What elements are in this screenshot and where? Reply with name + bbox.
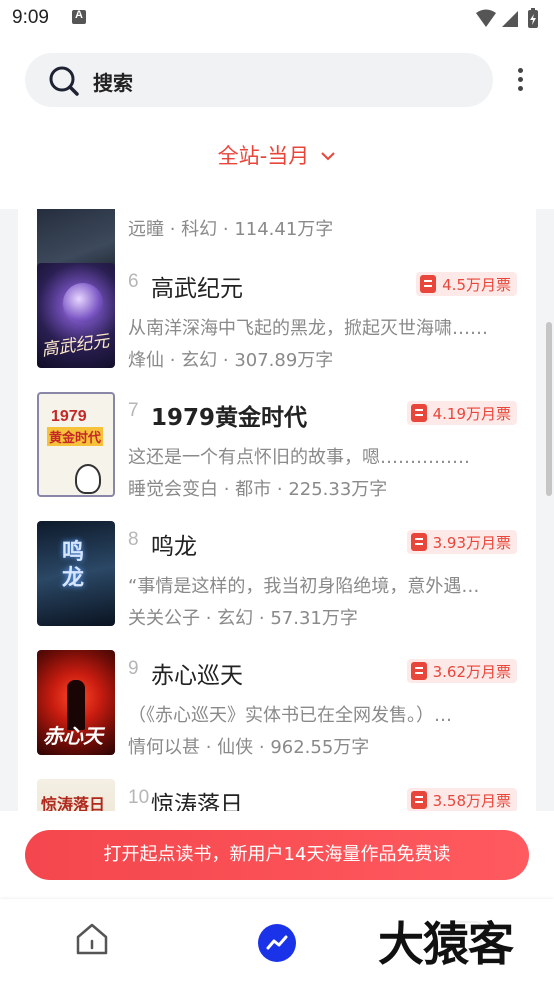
rank-number: 7 bbox=[128, 400, 139, 421]
search-bar[interactable]: 搜索 bbox=[25, 53, 493, 107]
status-indicators bbox=[474, 7, 544, 35]
book-meta: 远瞳 · 科幻 · 114.41万字 bbox=[128, 219, 334, 240]
list-item[interactable]: 赤心天 9 赤心巡天 3.62万月票 （《赤心巡天》实体书已在全网发售。）… 情… bbox=[18, 648, 536, 777]
book-title: 赤心巡天 bbox=[151, 663, 243, 689]
ticket-count: 3.62万月票 bbox=[432, 662, 511, 681]
book-description: （《赤心巡天》实体书已在全网发售。）… bbox=[128, 705, 452, 726]
book-cover: 赤心天 bbox=[37, 650, 115, 755]
ticket-icon bbox=[410, 404, 427, 422]
ticket-count: 3.93万月票 bbox=[432, 533, 511, 552]
book-description: 从南洋深海中飞起的黑龙，掀起灭世海啸…… bbox=[128, 318, 488, 339]
monthly-ticket-badge: 3.93万月票 bbox=[406, 530, 517, 554]
book-title: 惊涛落日 bbox=[151, 792, 243, 811]
ranking-tab-icon[interactable] bbox=[258, 924, 296, 962]
list-item[interactable]: 高武纪元 6 高武纪元 4.5万月票 从南洋深海中飞起的黑龙，掀起灭世海啸…… … bbox=[18, 261, 536, 390]
ticket-icon bbox=[410, 533, 427, 551]
wifi-signal-battery-icon bbox=[476, 8, 538, 28]
ticket-count: 4.5万月票 bbox=[442, 275, 511, 294]
cover-title: 惊涛落日 bbox=[41, 795, 106, 811]
book-meta: 情何以甚 · 仙侠 · 962.55万字 bbox=[128, 737, 370, 758]
rank-number: 9 bbox=[128, 658, 139, 679]
filter-label: 全站-当月 bbox=[217, 144, 310, 168]
list-item[interactable]: 1979 黄金时代 7 1979黄金时代 4.19万月票 这还是一个有点怀旧的故… bbox=[18, 390, 536, 519]
ticket-icon bbox=[410, 662, 427, 680]
book-description: “事情是这样的，我当初身陷绝境，意外遇… bbox=[128, 576, 480, 597]
book-cover: 1979 黄金时代 bbox=[37, 392, 115, 497]
home-icon[interactable] bbox=[74, 921, 110, 961]
ticket-icon bbox=[420, 275, 437, 293]
status-bar: 9:09 bbox=[0, 0, 554, 38]
list-item[interactable]: 鸣龙 8 鸣龙 3.93万月票 “事情是这样的，我当初身陷绝境，意外遇… 关关公… bbox=[18, 519, 536, 648]
rank-number: 8 bbox=[128, 529, 139, 550]
book-meta: 关关公子 · 玄幻 · 57.31万字 bbox=[128, 608, 358, 629]
rank-number: 6 bbox=[128, 271, 139, 292]
cta-area: 打开起点读书，新用户14天海量作品免费读 bbox=[0, 811, 554, 899]
ranking-filter[interactable]: 全站-当月 bbox=[0, 140, 554, 170]
ranking-list[interactable]: 往 远瞳 · 科幻 · 114.41万字 高武纪元 6 高武纪元 4.5万月票 … bbox=[18, 209, 536, 811]
list-item[interactable]: 惊涛落日 10 惊涛落日 3.58万月票 bbox=[18, 777, 536, 811]
book-title: 1979黄金时代 bbox=[151, 405, 308, 431]
book-cover: 鸣龙 bbox=[37, 521, 115, 626]
book-cover: 惊涛落日 bbox=[37, 779, 115, 811]
cover-title: 赤心天 bbox=[43, 724, 103, 748]
rank-number: 10 bbox=[128, 787, 150, 808]
monthly-ticket-badge: 3.62万月票 bbox=[406, 659, 517, 683]
search-placeholder: 搜索 bbox=[93, 71, 133, 95]
more-options-icon[interactable] bbox=[509, 64, 531, 96]
list-item[interactable]: 往 远瞳 · 科幻 · 114.41万字 bbox=[18, 209, 536, 294]
ticket-icon bbox=[410, 791, 427, 809]
chevron-down-icon bbox=[320, 147, 336, 166]
bottom-nav: 大猿客 bbox=[0, 899, 554, 985]
book-description: 这还是一个有点怀旧的故事，嗯…………… bbox=[128, 447, 470, 468]
scrollbar[interactable] bbox=[546, 322, 552, 496]
ticket-count: 4.19万月票 bbox=[432, 404, 511, 423]
open-app-button[interactable]: 打开起点读书，新用户14天海量作品免费读 bbox=[25, 830, 529, 880]
cover-title: 高武纪元 bbox=[40, 331, 111, 361]
book-title: 高武纪元 bbox=[151, 276, 243, 302]
status-time: 9:09 bbox=[12, 7, 49, 28]
search-icon bbox=[47, 64, 81, 102]
book-cover: 高武纪元 bbox=[37, 263, 115, 368]
cover-title: 黄金时代 bbox=[47, 427, 104, 446]
monthly-ticket-badge: 3.58万月票 bbox=[406, 788, 517, 811]
watermark: 大猿客 bbox=[378, 914, 514, 974]
cover-title: 鸣龙 bbox=[62, 539, 85, 591]
monthly-ticket-badge: 4.5万月票 bbox=[416, 272, 517, 296]
monthly-ticket-badge: 4.19万月票 bbox=[406, 401, 517, 425]
ticket-count: 3.58万月票 bbox=[432, 791, 511, 810]
book-meta: 睡觉会变白 · 都市 · 225.33万字 bbox=[128, 479, 388, 500]
book-meta: 烽仙 · 玄幻 · 307.89万字 bbox=[128, 350, 334, 371]
notification-icon bbox=[72, 9, 86, 24]
book-title: 鸣龙 bbox=[151, 534, 197, 560]
